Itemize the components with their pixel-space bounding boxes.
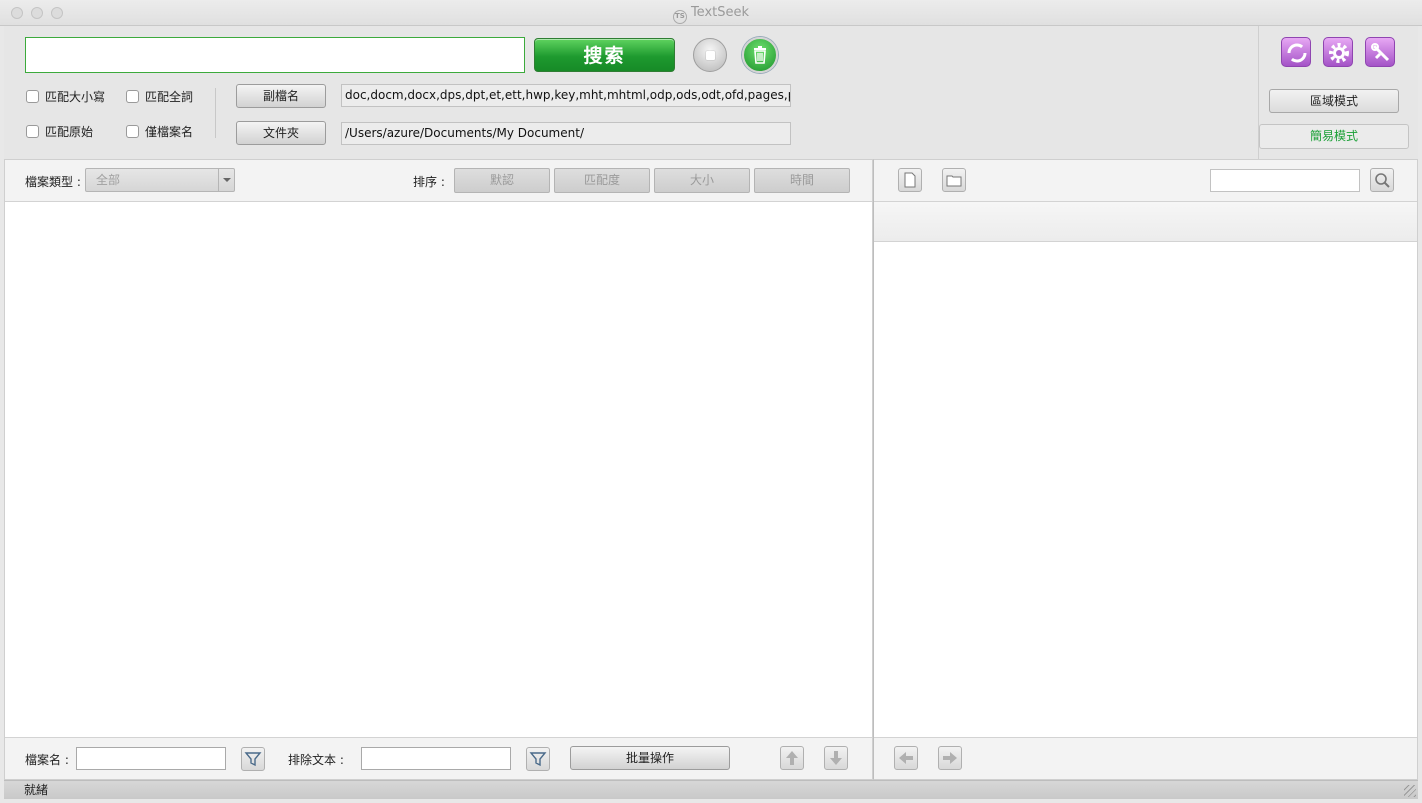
exclude-filter-button[interactable] (526, 747, 550, 771)
exclude-text-input[interactable] (361, 747, 511, 770)
arrow-left-icon (899, 752, 913, 764)
extensions-button[interactable]: 副檔名 (236, 84, 326, 108)
divider (215, 88, 216, 138)
refresh-tool-button[interactable] (1281, 37, 1311, 67)
search-icon (1375, 173, 1390, 188)
move-up-button[interactable] (780, 746, 804, 770)
move-down-button[interactable] (824, 746, 848, 770)
region-mode-button[interactable]: 區域模式 (1269, 89, 1399, 113)
previous-match-button[interactable] (894, 746, 918, 770)
trash-icon (754, 46, 766, 64)
preview-toolbar (874, 160, 1417, 202)
results-list[interactable] (5, 202, 872, 737)
batch-operation-button[interactable]: 批量操作 (570, 746, 730, 770)
resize-grip-icon[interactable] (1404, 785, 1416, 797)
open-folder-button[interactable] (942, 168, 966, 192)
results-toolbar: 檔案類型 : 全部 排序 : 默認 匹配度 大小 時間 (5, 160, 872, 202)
next-match-button[interactable] (938, 746, 962, 770)
preview-header (874, 202, 1417, 242)
match-original-label: 匹配原始 (45, 125, 94, 139)
open-file-button[interactable] (898, 168, 922, 192)
folder-button[interactable]: 文件夾 (236, 121, 326, 145)
sort-default-button[interactable]: 默認 (454, 168, 550, 193)
title-bar: TS TextSeek (0, 0, 1422, 26)
filter-bar: 檔案名 : 排除文本 : 批量操作 (5, 737, 872, 779)
stop-icon (706, 51, 715, 60)
sort-time-button[interactable]: 時間 (754, 168, 850, 193)
clear-button[interactable] (742, 37, 778, 73)
results-pane: 檔案類型 : 全部 排序 : 默認 匹配度 大小 時間 檔案名 : 排除文本 :… (4, 159, 873, 780)
filename-only-option[interactable]: 僅檔案名 (126, 123, 193, 140)
match-original-checkbox[interactable] (26, 125, 39, 138)
preview-nav-bar (874, 737, 1417, 779)
chevron-down-icon (218, 169, 234, 191)
settings-tool-button[interactable] (1323, 37, 1353, 67)
extensions-field[interactable]: doc,docm,docx,dps,dpt,et,ett,hwp,key,mht… (341, 84, 791, 107)
filetype-label: 檔案類型 : (25, 175, 81, 189)
file-icon (904, 172, 916, 188)
filetype-select[interactable]: 全部 (85, 168, 235, 192)
match-case-checkbox[interactable] (26, 90, 39, 103)
stop-button[interactable] (693, 38, 727, 72)
filter-icon (244, 752, 262, 767)
preview-search-button[interactable] (1370, 168, 1394, 192)
arrow-down-icon (830, 751, 842, 765)
filetype-value: 全部 (96, 173, 121, 187)
match-whole-word-checkbox[interactable] (126, 90, 139, 103)
mode-panel: 區域模式 簡易模式 (1258, 26, 1418, 159)
filename-only-label: 僅檔案名 (145, 125, 194, 139)
preview-search-input[interactable] (1210, 169, 1360, 192)
sort-relevance-button[interactable]: 匹配度 (554, 168, 650, 193)
match-case-option[interactable]: 匹配大小寫 (26, 88, 105, 105)
gear-icon (1329, 43, 1349, 63)
simple-mode-tab[interactable]: 簡易模式 (1259, 124, 1409, 149)
window-title: TS TextSeek (0, 5, 1422, 24)
match-original-option[interactable]: 匹配原始 (26, 123, 93, 140)
refresh-icon (1287, 43, 1307, 63)
status-text: 就緒 (24, 783, 49, 797)
folder-icon (946, 175, 962, 187)
filename-only-checkbox[interactable] (126, 125, 139, 138)
match-whole-word-label: 匹配全詞 (145, 90, 194, 104)
tools-button[interactable] (1365, 37, 1395, 67)
exclude-text-label: 排除文本 : (288, 753, 344, 767)
filename-filter-label: 檔案名 : (25, 753, 69, 767)
filename-filter-input[interactable] (76, 747, 226, 770)
app-logo-icon: TS (672, 10, 687, 24)
status-bar: 就緒 (4, 780, 1418, 799)
folder-field[interactable]: /Users/azure/Documents/My Document/ (341, 122, 791, 145)
arrow-right-icon (943, 752, 957, 764)
sort-label: 排序 : (413, 175, 445, 189)
match-case-label: 匹配大小寫 (45, 90, 106, 104)
arrow-up-icon (786, 751, 798, 765)
search-input[interactable] (25, 37, 525, 73)
preview-pane (873, 159, 1418, 780)
window-title-text: TextSeek (690, 5, 750, 20)
tools-icon (1371, 43, 1390, 62)
filename-filter-button[interactable] (241, 747, 265, 771)
search-panel: 搜索 匹配大小寫 匹配全詞 匹配原始 僅檔案名 副檔名 doc,docm,doc… (4, 26, 1258, 159)
match-whole-word-option[interactable]: 匹配全詞 (126, 88, 193, 105)
sort-size-button[interactable]: 大小 (654, 168, 750, 193)
preview-content[interactable] (874, 242, 1417, 737)
filter-icon (529, 752, 547, 767)
search-button[interactable]: 搜索 (534, 38, 675, 72)
